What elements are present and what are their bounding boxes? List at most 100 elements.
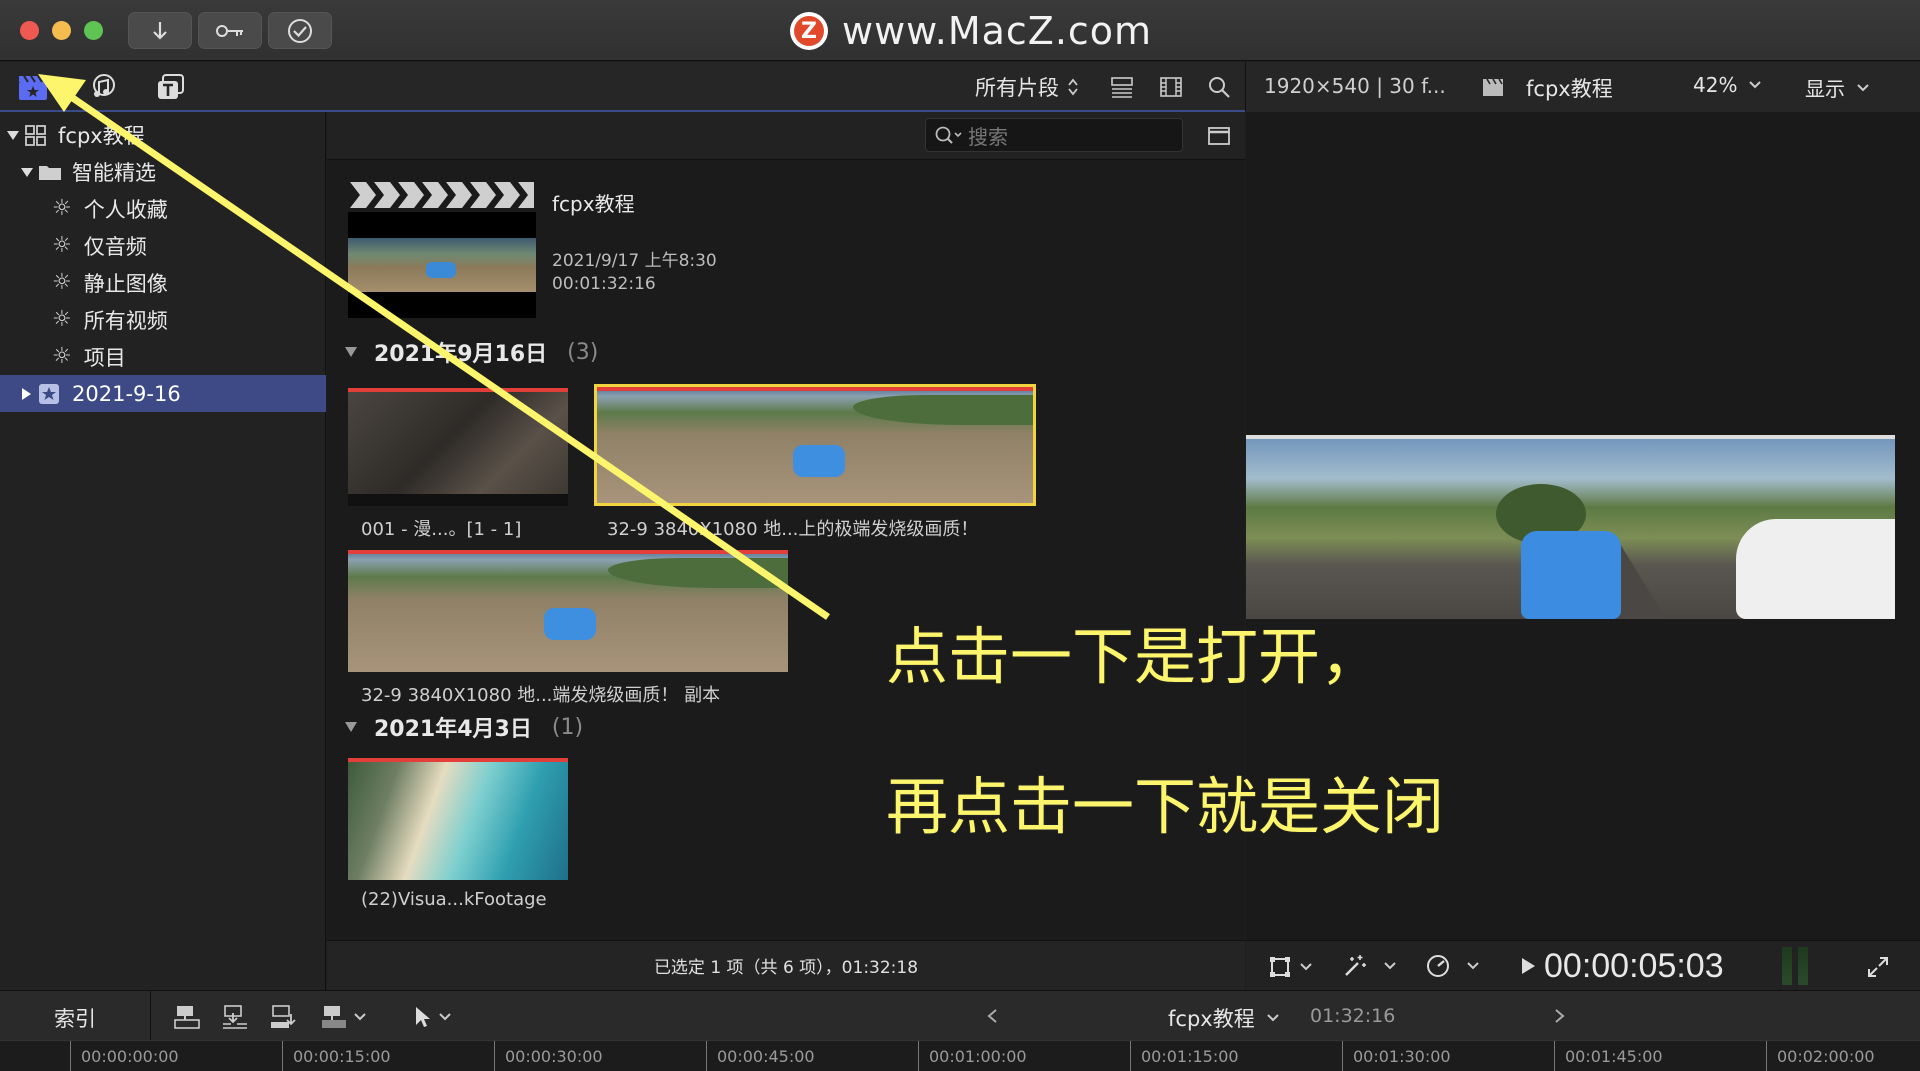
zoom-popup[interactable]: 42% bbox=[1693, 73, 1762, 97]
clip-usage-bar bbox=[348, 550, 788, 554]
sidebar-item-all-video[interactable]: ☼ 所有视频 bbox=[0, 301, 326, 338]
clip-letterbox bbox=[348, 494, 568, 506]
gear-icon: ☼ bbox=[52, 196, 72, 221]
libraries-toggle-button[interactable] bbox=[16, 71, 50, 103]
photos-audio-button[interactable] bbox=[86, 71, 120, 103]
hillside-shape bbox=[608, 558, 788, 588]
toolbar-divider bbox=[1245, 62, 1246, 112]
clip-thumbnail[interactable] bbox=[348, 388, 568, 506]
sidebar-item-projects[interactable]: ☼ 项目 bbox=[0, 338, 326, 375]
arrow-pointer-icon bbox=[416, 1007, 430, 1027]
view-options-popup[interactable]: 显示 bbox=[1805, 73, 1869, 102]
sidebar-item-library[interactable]: fcpx教程 bbox=[0, 116, 326, 153]
connect-clip-button[interactable] bbox=[172, 1003, 202, 1031]
sidebar-item-stills[interactable]: ☼ 静止图像 bbox=[0, 264, 326, 301]
ruler-tick: 00:02:00:00 bbox=[1766, 1041, 1875, 1071]
site-logo: Z bbox=[790, 12, 828, 50]
timecode-display: 00:00:05:03 bbox=[1544, 947, 1724, 985]
car-shape bbox=[426, 262, 456, 278]
titles-generators-button[interactable] bbox=[154, 71, 188, 103]
sidebar-item-label: 静止图像 bbox=[83, 271, 168, 296]
disclosure-down-icon bbox=[345, 347, 357, 357]
project-thumbnail[interactable] bbox=[348, 178, 536, 318]
close-window-button[interactable] bbox=[20, 21, 39, 40]
sidebar-item-favorites[interactable]: ☼ 个人收藏 bbox=[0, 190, 326, 227]
search-field[interactable]: 搜索 bbox=[925, 118, 1183, 152]
chevron-down-icon bbox=[354, 1013, 366, 1021]
timeline-toolbar: 索引 fcpx教程 01:32:16 bbox=[0, 990, 1920, 1041]
sidebar-item-label: 项目 bbox=[83, 345, 126, 370]
ruler-tick: 00:01:45:00 bbox=[1554, 1041, 1663, 1071]
insert-clip-button[interactable] bbox=[220, 1003, 250, 1031]
insert-clip-icon bbox=[223, 1005, 247, 1029]
speedometer-icon bbox=[1427, 955, 1449, 977]
retime-menu-button[interactable] bbox=[1422, 951, 1482, 981]
expand-icon bbox=[1868, 957, 1888, 977]
timeline-back-button[interactable] bbox=[982, 1005, 1002, 1027]
clip-thumbnail[interactable] bbox=[348, 758, 568, 880]
event-group-header[interactable]: 2021年9月16日 (3) bbox=[344, 336, 598, 368]
viewer-controls: 00:00:05:03 bbox=[1246, 940, 1920, 990]
transform-menu-button[interactable] bbox=[1266, 953, 1314, 981]
background-tasks-button[interactable] bbox=[268, 12, 332, 49]
search-toggle-button[interactable] bbox=[1205, 74, 1233, 100]
clip-appearance-button[interactable] bbox=[1108, 74, 1136, 100]
clip-thumbnail-selected[interactable] bbox=[594, 384, 1036, 506]
timeline-project-popup[interactable]: fcpx教程 bbox=[1168, 1003, 1279, 1033]
chevron-down-icon bbox=[1300, 963, 1312, 971]
hillside-shape bbox=[853, 395, 1033, 425]
append-clip-icon bbox=[271, 1005, 296, 1028]
sidebar-item-smart-collections[interactable]: 智能精选 bbox=[0, 153, 326, 190]
group-count: (1) bbox=[551, 714, 584, 740]
fullscreen-button[interactable] bbox=[1864, 953, 1892, 981]
play-icon bbox=[1522, 958, 1535, 974]
music-photo-icon bbox=[93, 74, 115, 97]
annotation-line-2: 再点击一下就是关闭 bbox=[886, 770, 1445, 843]
ruler-tick: 00:01:15:00 bbox=[1130, 1041, 1239, 1071]
filmstrip-view-button[interactable] bbox=[1157, 74, 1185, 100]
viewer-project-name: fcpx教程 bbox=[1526, 77, 1613, 101]
clip-label: (22)Visua...kFootage bbox=[361, 889, 547, 910]
search-placeholder: 搜索 bbox=[968, 124, 1008, 149]
main-toolbar: 所有片段 1920×540 | 30 f... fcpx教程 42% 显示 bbox=[0, 62, 1920, 112]
import-icon bbox=[153, 21, 167, 40]
append-clip-button[interactable] bbox=[268, 1003, 298, 1031]
timeline-ruler[interactable]: 00:00:00:00 00:00:15:00 00:00:30:00 00:0… bbox=[0, 1040, 1920, 1071]
annotation-line-1: 点击一下是打开， bbox=[886, 620, 1383, 693]
filter-window-button[interactable] bbox=[1206, 124, 1232, 148]
connect-clip-icon bbox=[174, 1006, 200, 1029]
sidebar-item-event-2021-9-16[interactable]: 2021-9-16 bbox=[0, 375, 326, 412]
play-button[interactable] bbox=[1518, 955, 1538, 977]
titles-icon bbox=[158, 74, 184, 99]
viewer-frame[interactable] bbox=[1246, 439, 1895, 619]
audio-meter-left bbox=[1782, 947, 1792, 985]
keyword-button[interactable] bbox=[198, 12, 262, 49]
clip-filter-popup[interactable]: 所有片段 bbox=[975, 72, 1079, 102]
tool-menu-button[interactable] bbox=[410, 1003, 454, 1031]
zoom-window-button[interactable] bbox=[84, 21, 103, 40]
disclosure-down-icon[interactable] bbox=[20, 165, 34, 179]
clapperboard-icon bbox=[19, 75, 47, 100]
chevron-down-icon bbox=[1857, 83, 1869, 91]
search-icon bbox=[935, 126, 962, 144]
index-button[interactable]: 索引 bbox=[54, 1003, 96, 1033]
minimize-window-button[interactable] bbox=[52, 21, 71, 40]
enhancement-menu-button[interactable] bbox=[1334, 951, 1404, 981]
chevron-down-icon bbox=[1749, 81, 1762, 89]
filmstrip-icon bbox=[1160, 77, 1182, 97]
sidebar-item-audio-only[interactable]: ☼ 仅音频 bbox=[0, 227, 326, 264]
timeline-forward-button[interactable] bbox=[1550, 1005, 1570, 1027]
event-star-icon bbox=[39, 383, 59, 404]
clip-label: 32-9 3840X1080 地...上的极端发烧级画质！ bbox=[607, 519, 979, 540]
import-button[interactable] bbox=[128, 12, 192, 49]
disclosure-down-icon bbox=[345, 722, 357, 732]
toolbar-divider bbox=[150, 991, 151, 1041]
transform-icon bbox=[1270, 957, 1290, 977]
chevron-down-icon bbox=[1266, 1014, 1279, 1022]
event-group-header[interactable]: 2021年4月3日 (1) bbox=[344, 711, 583, 743]
disclosure-right-icon[interactable] bbox=[20, 387, 32, 401]
clip-usage-bar bbox=[597, 387, 1033, 391]
disclosure-down-icon[interactable] bbox=[6, 128, 20, 142]
clip-thumbnail[interactable] bbox=[348, 550, 788, 672]
overwrite-clip-button[interactable] bbox=[316, 1003, 370, 1031]
